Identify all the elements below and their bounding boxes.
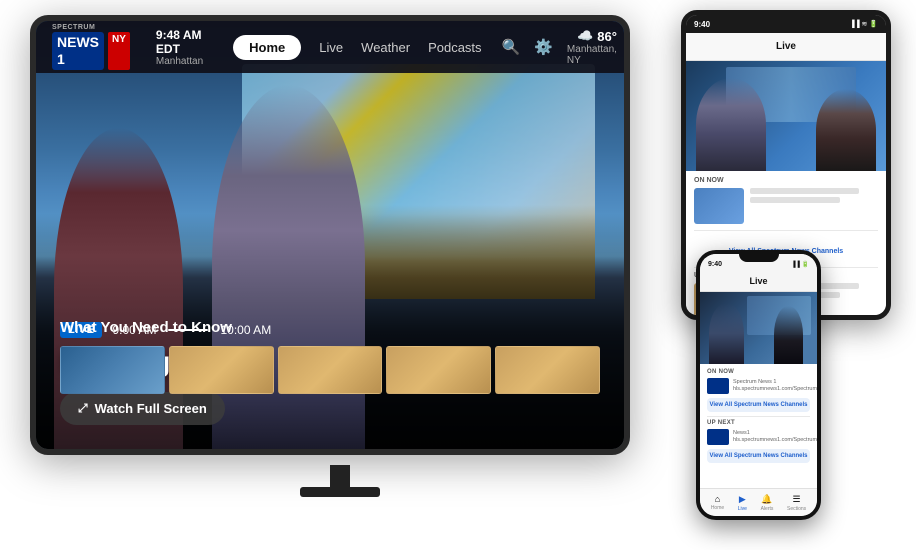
tablet-status-icons: ▐▐ ≋ 🔋 xyxy=(850,20,878,28)
phone-status-icons: ▐▐ 🔋 xyxy=(791,261,809,268)
nav-home[interactable]: Home xyxy=(233,35,301,60)
weather-widget: ☁️ 86° Manhattan, NY xyxy=(567,28,617,66)
tab-home-label: Home xyxy=(711,505,724,511)
tablet-row-1 xyxy=(694,188,878,224)
phone-screen: 9:40 ▐▐ 🔋 Live ON NOW Spectrum xyxy=(700,254,817,516)
phone-container: 9:40 ▐▐ 🔋 Live ON NOW Spectrum xyxy=(696,250,826,530)
watch-fullscreen-button[interactable]: ⤢ Watch Full Screen xyxy=(60,392,225,425)
fullscreen-icon: ⤢ xyxy=(78,401,88,416)
phone-nav-title: Live xyxy=(749,276,767,286)
tab-sections-label: Sections xyxy=(787,506,806,512)
phone-content: ON NOW Spectrum News 1 hls.spectrumnews1… xyxy=(700,364,817,488)
tablet-video[interactable] xyxy=(686,61,886,171)
thumb-item-5[interactable] xyxy=(495,346,600,394)
nav-podcasts[interactable]: Podcasts xyxy=(428,40,481,55)
phone-divider-1 xyxy=(707,416,810,417)
nav-weather[interactable]: Weather xyxy=(361,40,410,55)
phone-notch xyxy=(739,254,779,262)
tv-body: SPECTRUM NEWS 1 NY 9:48 AM EDT Manhattan… xyxy=(30,15,630,455)
phone-tab-live[interactable]: ▶ Live xyxy=(738,494,747,512)
tablet-line-1b xyxy=(750,197,840,203)
tablet-anchor-right xyxy=(816,89,876,172)
wyn-title: What You Need to Know xyxy=(60,319,232,336)
phone-channel-row-1: Spectrum News 1 hls.spectrumnews1.com/Sp… xyxy=(707,378,810,394)
phone-body: 9:40 ▐▐ 🔋 Live ON NOW Spectrum xyxy=(696,250,821,520)
tablet-text-1 xyxy=(750,188,878,206)
tablet-nav-title: Live xyxy=(776,41,796,52)
tv-neck xyxy=(330,465,350,487)
tv-logo: SPECTRUM NEWS 1 NY xyxy=(52,24,130,69)
wyn-title-container: What You Need to Know xyxy=(60,319,232,337)
tv-nav-items: Home Live Weather Podcasts xyxy=(233,35,481,60)
phone-bottom-bar: ⌂ Home ▶ Live 🔔 Alerts ☰ Sections xyxy=(700,488,817,516)
weather-temp: 86° xyxy=(597,29,617,44)
tablet-time: 9:40 xyxy=(694,20,710,29)
thumb-item-3[interactable] xyxy=(278,346,383,394)
phone-channel-name-1: Spectrum News 1 xyxy=(733,379,817,386)
live-icon: ▶ xyxy=(739,494,746,505)
weather-icon: ☁️ xyxy=(577,28,593,44)
search-icon[interactable]: 🔍 xyxy=(502,38,521,56)
thumb-item-1[interactable] xyxy=(60,346,165,394)
alerts-icon: 🔔 xyxy=(761,494,772,505)
sections-icon: ☰ xyxy=(793,494,801,505)
tv-navbar: SPECTRUM NEWS 1 NY 9:48 AM EDT Manhattan… xyxy=(36,21,624,73)
phone-tab-alerts[interactable]: 🔔 Alerts xyxy=(761,494,774,512)
home-icon: ⌂ xyxy=(715,494,720,504)
phone-time: 9:40 xyxy=(708,261,722,268)
scene: SPECTRUM NEWS 1 NY 9:48 AM EDT Manhattan… xyxy=(0,0,916,550)
time-display: 9:48 AM EDT xyxy=(156,28,203,56)
tv-base xyxy=(300,487,380,497)
phone-nav-bar: Live xyxy=(700,270,817,292)
tablet-thumb-1 xyxy=(694,188,744,224)
tab-live-label: Live xyxy=(738,506,747,512)
tv-stand xyxy=(300,465,380,505)
time-location: Manhattan xyxy=(156,56,203,67)
tab-alerts-label: Alerts xyxy=(761,506,774,512)
tv-nav-right: 🔍 ⚙️ ☁️ 86° Manhattan, NY xyxy=(502,28,617,66)
ny-label: NY xyxy=(108,32,130,70)
phone-channel-url-2: hls.spectrumnews1.com/SpectrumNews1 xyxy=(733,437,817,444)
weather-top: ☁️ 86° xyxy=(577,28,617,44)
spectrum-label: SPECTRUM xyxy=(52,24,130,32)
thumb-strip xyxy=(60,346,600,394)
phone-channel-url-1: hls.spectrumnews1.com/SpectrumNews1 xyxy=(733,386,817,393)
phone-channel-text-1: Spectrum News 1 hls.spectrumnews1.com/Sp… xyxy=(733,379,817,393)
phone-channel-row-2: News1 hls.spectrumnews1.com/SpectrumNews… xyxy=(707,429,810,445)
phone-anchor-right xyxy=(774,306,803,364)
phone-view-all-btn-2[interactable]: View All Spectrum News Channels xyxy=(707,449,810,463)
phone-channel-name-2: News1 xyxy=(733,430,817,437)
phone-tab-home[interactable]: ⌂ Home xyxy=(711,494,724,511)
phone-channel-text-2: News1 hls.spectrumnews1.com/SpectrumNews… xyxy=(733,430,817,444)
tv-container: SPECTRUM NEWS 1 NY 9:48 AM EDT Manhattan… xyxy=(30,15,650,505)
phone-channel-logo-2 xyxy=(707,429,729,445)
tablet-nav-bar: Live xyxy=(686,33,886,61)
settings-icon[interactable]: ⚙️ xyxy=(534,38,553,56)
tablet-status-bar: 9:40 ▐▐ ≋ 🔋 xyxy=(686,15,886,33)
tv-screen: SPECTRUM NEWS 1 NY 9:48 AM EDT Manhattan… xyxy=(36,21,624,449)
news1-label: NEWS 1 xyxy=(52,32,104,70)
phone-on-now-label: ON NOW xyxy=(707,369,810,375)
thumb-item-4[interactable] xyxy=(386,346,491,394)
tablet-divider xyxy=(694,230,878,231)
tablet-line-1a xyxy=(750,188,859,194)
thumb-item-2[interactable] xyxy=(169,346,274,394)
phone-view-all-btn-1[interactable]: View All Spectrum News Channels xyxy=(707,398,810,412)
phone-anchor-left xyxy=(709,303,744,364)
tv-time: 9:48 AM EDT Manhattan xyxy=(156,28,203,67)
weather-city: Manhattan, NY xyxy=(567,44,617,66)
phone-video[interactable] xyxy=(700,292,817,364)
phone-tab-sections[interactable]: ☰ Sections xyxy=(787,494,806,512)
phone-up-next-label: UP NEXT xyxy=(707,420,810,426)
nav-live[interactable]: Live xyxy=(319,40,343,55)
tablet-on-now-label: ON NOW xyxy=(694,177,878,184)
phone-channel-logo-1 xyxy=(707,378,729,394)
tablet-anchor-left xyxy=(696,78,766,172)
